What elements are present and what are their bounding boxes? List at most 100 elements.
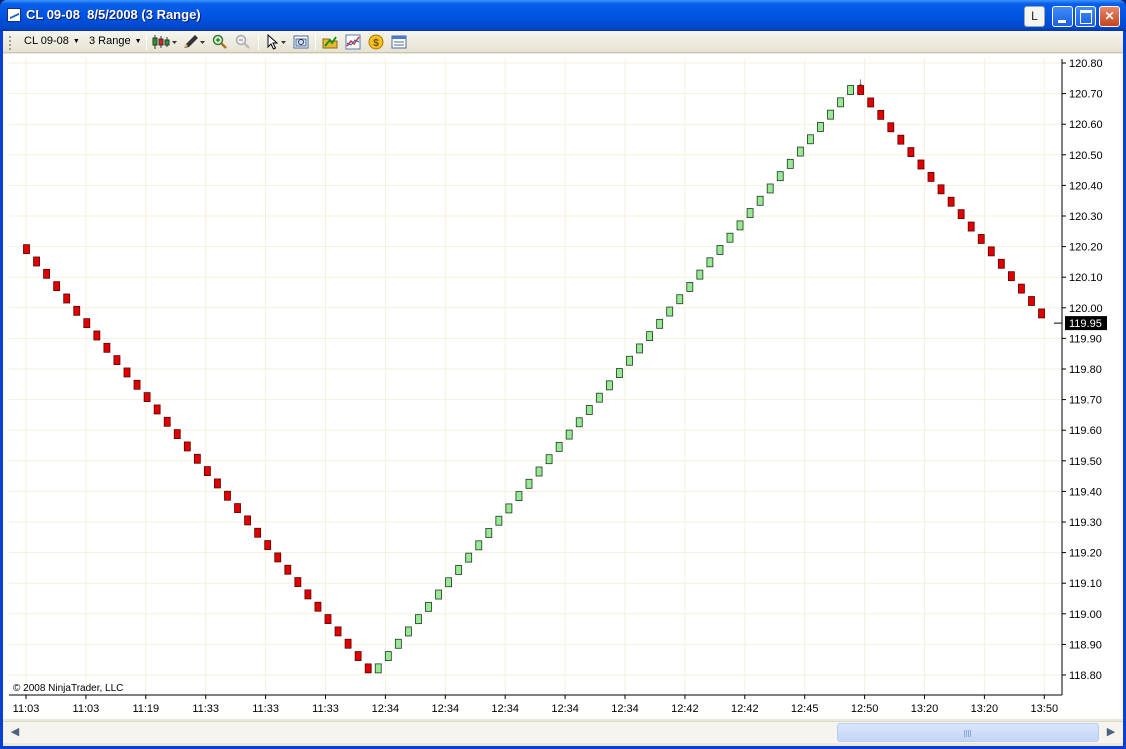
down-bar (867, 97, 875, 108)
up-bar (495, 515, 503, 526)
down-bar (947, 196, 955, 207)
current-price-label: 119.95 (1069, 318, 1102, 330)
price-chart[interactable]: 120.80 120.70 120.60 120.50 120.40 120.30 120.… (3, 54, 1123, 719)
down-bar (957, 209, 965, 220)
scrollbar-thumb[interactable] (837, 723, 1099, 742)
down-bar (927, 172, 935, 182)
x-tick-label: 13:20 (971, 703, 999, 715)
properties-icon[interactable] (391, 34, 407, 50)
up-bar (847, 85, 854, 95)
chart-style-icon[interactable] (152, 34, 178, 50)
down-bar (63, 293, 71, 304)
toolbar-separator (258, 34, 259, 50)
up-bar (455, 565, 463, 575)
zoom-out-icon[interactable] (235, 34, 251, 50)
up-bar (786, 158, 794, 169)
up-bar (465, 552, 473, 563)
y-tick-label: 120.00 (1069, 303, 1103, 315)
y-tick-label: 119.10 (1069, 578, 1102, 590)
x-tick-label: 11:03 (73, 703, 100, 715)
x-tick-label: 12:34 (611, 703, 639, 715)
up-bar (545, 454, 553, 465)
strategies-icon[interactable] (322, 34, 338, 50)
toolbar-separator (146, 34, 147, 50)
instrument-dropdown[interactable]: CL 09-08 ▼ (24, 35, 80, 47)
y-tick-label: 120.10 (1069, 272, 1103, 284)
y-tick-label: 120.50 (1069, 150, 1103, 162)
up-bar (686, 282, 694, 292)
y-tick-label: 120.60 (1069, 119, 1103, 131)
indicators-icon[interactable] (345, 34, 361, 50)
x-tick-label: 12:42 (671, 703, 699, 715)
up-bar (384, 651, 392, 661)
zoom-in-icon[interactable] (212, 34, 228, 50)
up-bar (445, 577, 453, 588)
down-bar (244, 515, 252, 526)
title-bar[interactable]: CL 09-08 8/5/2008 (3 Range) L ✕ (0, 0, 1126, 31)
up-bar (515, 491, 523, 502)
drawing-tools-icon[interactable] (182, 34, 206, 50)
up-bar (716, 245, 724, 255)
down-bar (163, 416, 171, 427)
scroll-left-icon[interactable]: ◀ (5, 723, 25, 742)
x-tick-label: 12:50 (851, 703, 879, 715)
chart-panel[interactable]: 120.80 120.70 120.60 120.50 120.40 120.30 120.… (3, 54, 1123, 719)
down-bar (133, 379, 141, 390)
minimize-button[interactable] (1052, 6, 1073, 27)
scroll-right-icon[interactable]: ▶ (1101, 723, 1121, 742)
x-tick-label: 11:33 (252, 703, 279, 715)
trade-marker: ↓ (858, 77, 864, 89)
maximize-button[interactable] (1075, 6, 1096, 27)
up-bar (807, 134, 814, 145)
y-tick-label: 118.90 (1069, 639, 1102, 651)
order-entry-icon[interactable]: $ (368, 34, 384, 50)
up-bar (676, 294, 684, 305)
up-bar (746, 208, 754, 218)
up-bar (646, 331, 653, 342)
chevron-down-icon: ▼ (72, 38, 80, 45)
svg-text:$: $ (373, 38, 379, 49)
down-bar (113, 355, 121, 366)
down-bar (234, 503, 241, 513)
down-bar (877, 109, 885, 120)
down-bar (274, 552, 282, 563)
window-title: CL 09-08 8/5/2008 (3 Range) (26, 7, 201, 22)
toolbar-grip[interactable] (9, 36, 11, 50)
up-bar (706, 257, 714, 268)
y-tick-label: 118.80 (1069, 670, 1102, 682)
down-bar (183, 441, 191, 452)
up-bar (736, 220, 744, 231)
x-tick-label: 11:33 (192, 703, 219, 715)
down-bar (897, 134, 905, 145)
pointer-icon[interactable] (265, 34, 289, 50)
x-tick-label: 11:19 (132, 703, 159, 715)
up-bar (756, 195, 764, 206)
horizontal-scrollbar[interactable]: ◀ ▶ (3, 721, 1123, 743)
down-bar (314, 601, 322, 612)
down-bar (1018, 283, 1025, 294)
down-bar (143, 392, 151, 403)
toolbar-separator (315, 34, 316, 50)
instrument-label: CL 09-08 (24, 35, 69, 47)
up-bar (535, 466, 543, 477)
down-bar (224, 490, 231, 501)
x-tick-label: 13:20 (911, 703, 939, 715)
y-tick-label: 119.20 (1069, 548, 1102, 560)
up-bar (837, 97, 844, 108)
data-box-icon[interactable] (293, 34, 309, 50)
x-tick-label: 13:50 (1031, 703, 1059, 715)
y-tick-label: 119.40 (1069, 486, 1102, 498)
close-button[interactable]: ✕ (1099, 6, 1120, 27)
up-bar (776, 171, 784, 182)
down-bar (1008, 271, 1015, 282)
y-tick-label: 119.00 (1069, 609, 1102, 621)
down-bar (354, 651, 362, 661)
x-tick-label: 11:33 (312, 703, 339, 715)
layout-button[interactable]: L (1024, 6, 1045, 27)
period-dropdown[interactable]: 3 Range ▼ (89, 35, 142, 47)
up-bar (666, 306, 674, 317)
y-tick-label: 119.80 (1069, 364, 1102, 376)
down-bar (324, 614, 332, 624)
grip-icon (964, 730, 972, 737)
up-bar (555, 441, 563, 452)
